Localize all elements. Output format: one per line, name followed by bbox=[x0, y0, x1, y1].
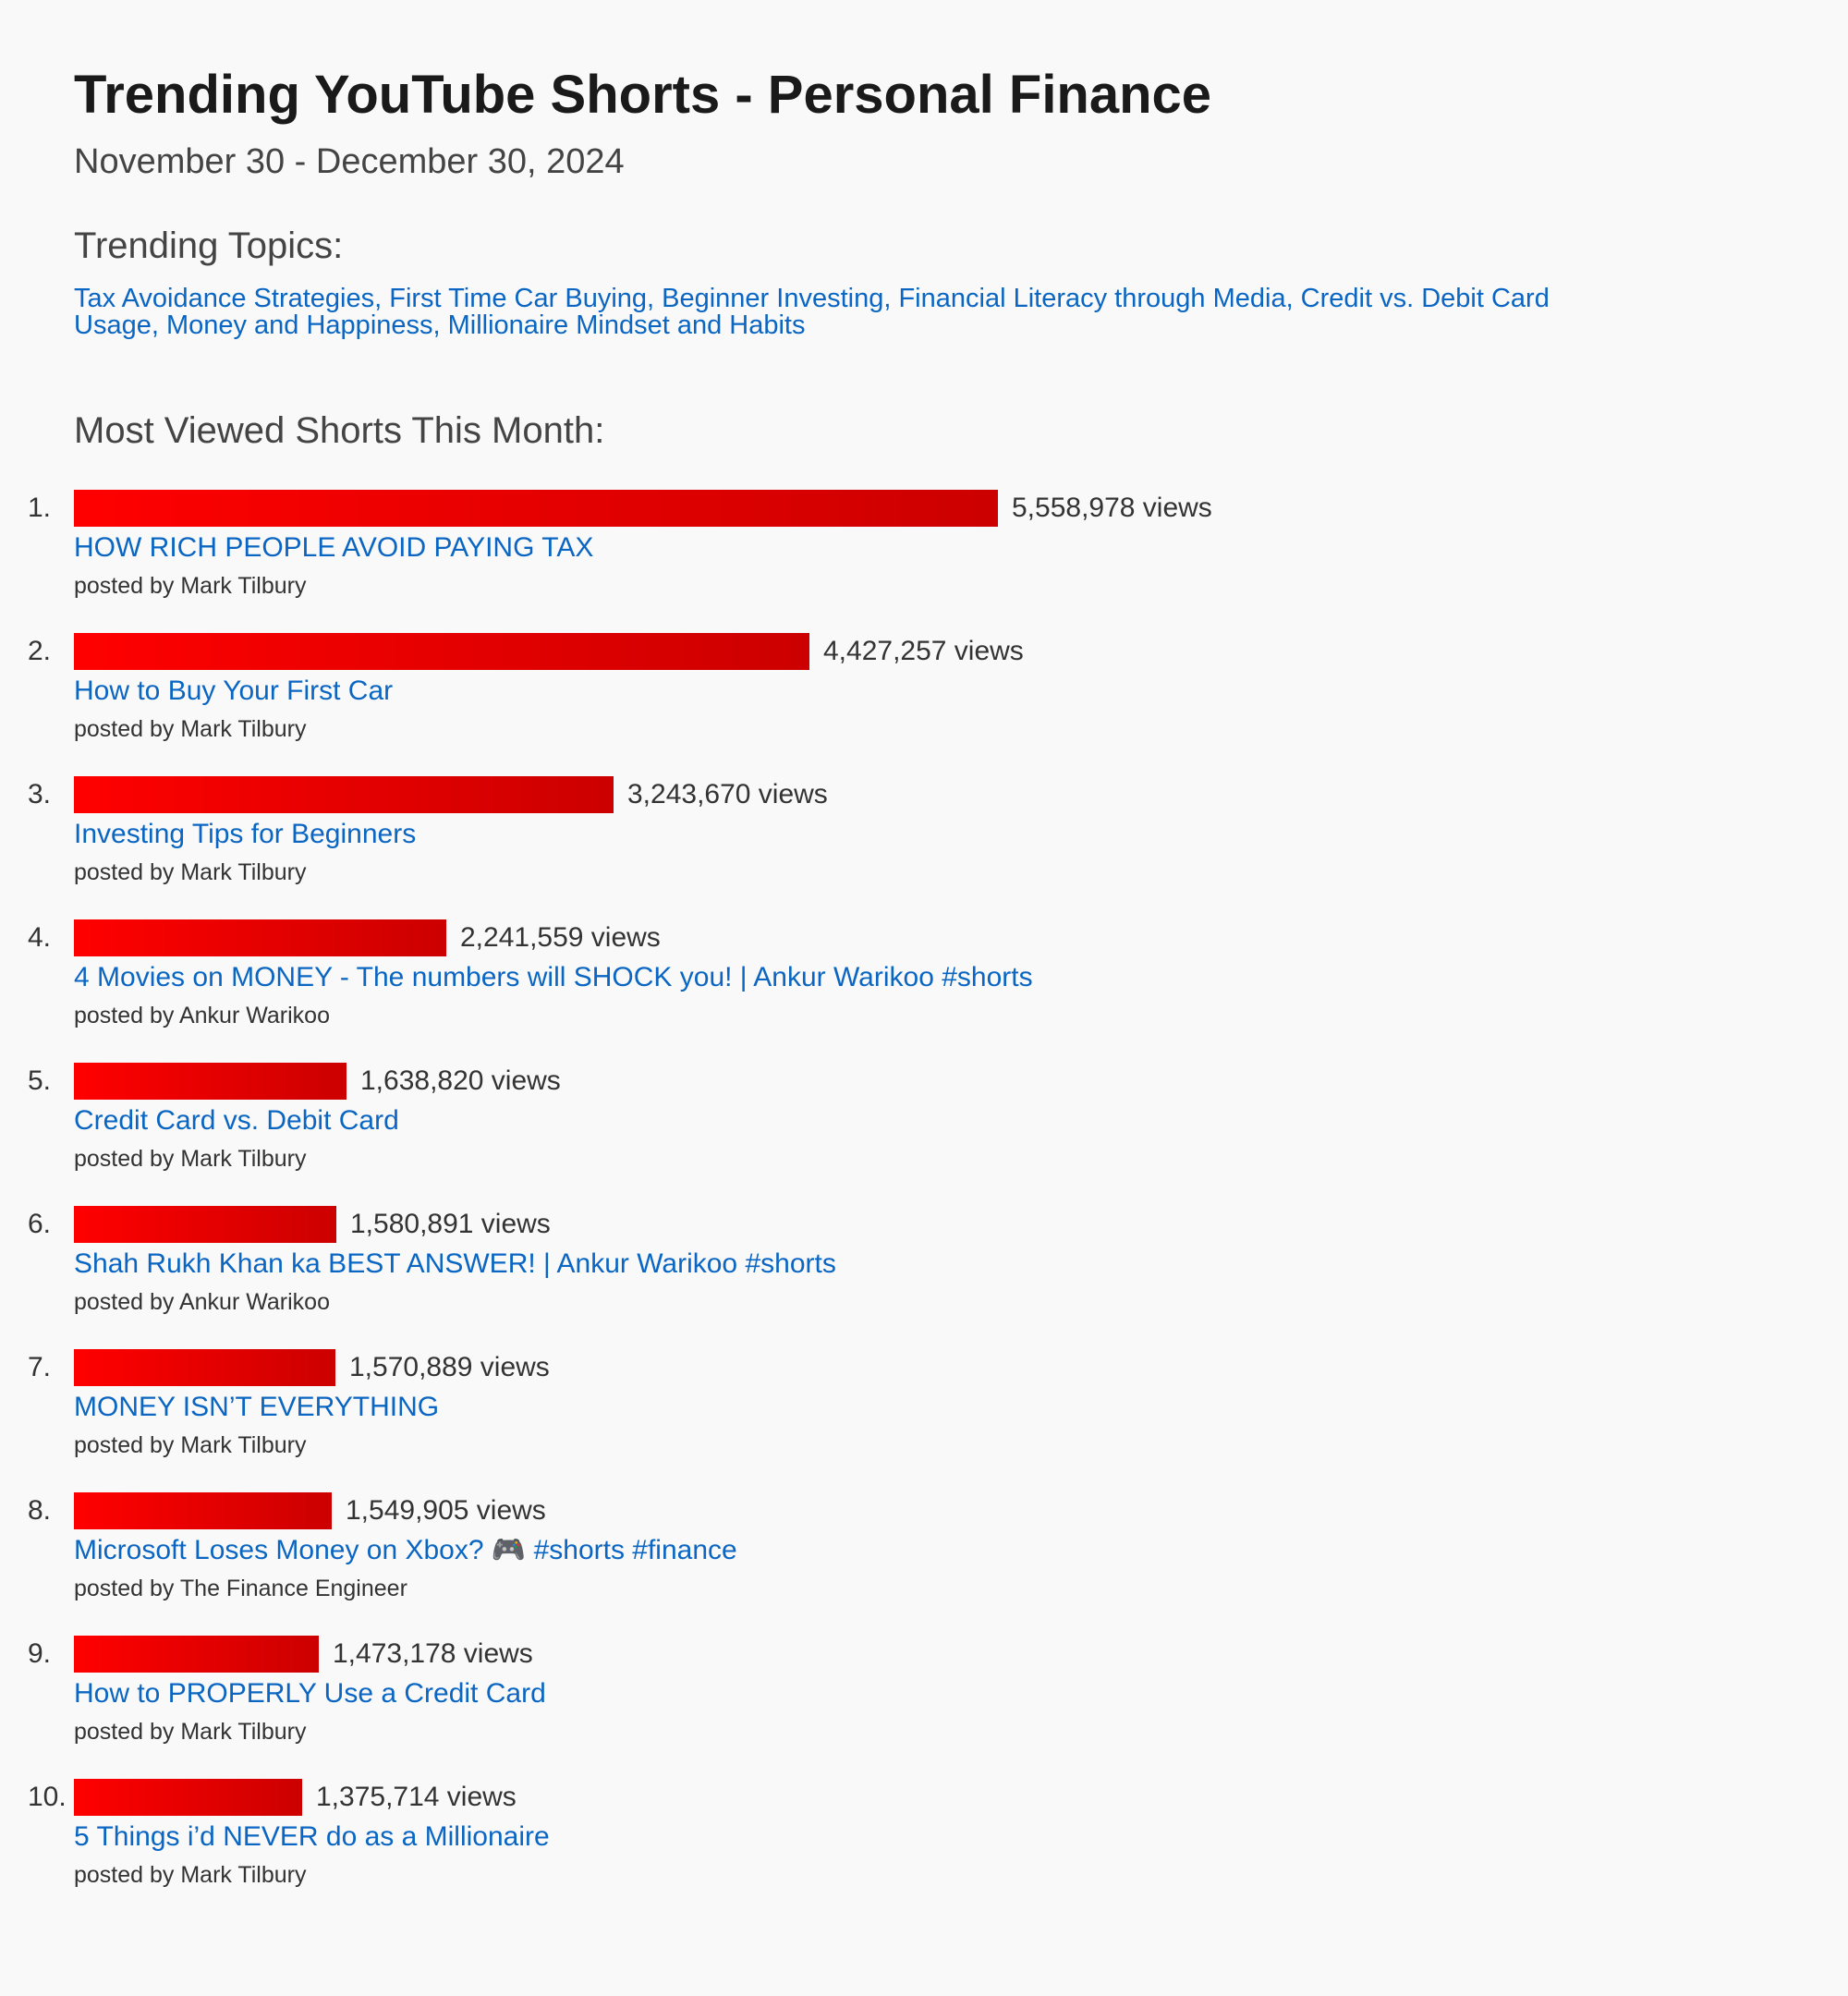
views-bar bbox=[74, 919, 446, 956]
trending-topics-heading: Trending Topics: bbox=[74, 225, 344, 266]
trending-topics-list[interactable]: Tax Avoidance Strategies, First Time Car… bbox=[74, 286, 1571, 339]
chart-entry: 10. 1,375,714 views 5 Things i’d NEVER do … bbox=[0, 1779, 1848, 1917]
views-count-label: 1,473,178 views bbox=[333, 1638, 533, 1669]
rank-number: 6. bbox=[28, 1209, 52, 1239]
views-count-label: 1,570,889 views bbox=[349, 1352, 550, 1382]
rank-number: 1. bbox=[28, 493, 52, 523]
posted-by-label: posted by Mark Tilbury bbox=[74, 573, 307, 599]
video-title-link[interactable]: HOW RICH PEOPLE AVOID PAYING TAX bbox=[74, 530, 593, 566]
rank-number: 8. bbox=[28, 1495, 52, 1526]
views-count-label: 2,241,559 views bbox=[460, 922, 661, 953]
views-bar bbox=[74, 1492, 332, 1529]
rank-number: 9. bbox=[28, 1638, 52, 1669]
chart-entry: 7. 1,570,889 views MONEY ISN’T EVERYTHING p… bbox=[0, 1349, 1848, 1488]
rank-number: 10. bbox=[28, 1782, 67, 1812]
chart-entry: 1. 5,558,978 views HOW RICH PEOPLE AVOID P… bbox=[0, 490, 1848, 628]
posted-by-label: posted by Mark Tilbury bbox=[74, 1432, 307, 1458]
views-bar bbox=[74, 1779, 302, 1816]
most-viewed-heading: Most Viewed Shorts This Month: bbox=[74, 410, 605, 451]
views-bar bbox=[74, 490, 998, 527]
views-count-label: 1,580,891 views bbox=[350, 1209, 551, 1239]
views-bar bbox=[74, 1206, 336, 1243]
video-title-link[interactable]: Microsoft Loses Money on Xbox? 🎮 #shorts… bbox=[74, 1533, 737, 1568]
posted-by-label: posted by Ankur Warikoo bbox=[74, 1289, 330, 1315]
chart-entry: 9. 1,473,178 views How to PROPERLY Use a C… bbox=[0, 1636, 1848, 1774]
page-title: Trending YouTube Shorts - Personal Finan… bbox=[74, 65, 1212, 125]
posted-by-label: posted by Mark Tilbury bbox=[74, 1862, 307, 1888]
video-title-link[interactable]: How to PROPERLY Use a Credit Card bbox=[74, 1676, 546, 1711]
views-count-label: 5,558,978 views bbox=[1012, 493, 1212, 523]
posted-by-label: posted by Mark Tilbury bbox=[74, 1146, 307, 1172]
posted-by-label: posted by Mark Tilbury bbox=[74, 859, 307, 885]
video-title-link[interactable]: 5 Things i’d NEVER do as a Millionaire bbox=[74, 1820, 550, 1855]
video-title-link[interactable]: Shah Rukh Khan ka BEST ANSWER! | Ankur W… bbox=[74, 1247, 836, 1282]
video-title-link[interactable]: How to Buy Your First Car bbox=[74, 674, 393, 709]
views-bar bbox=[74, 1349, 335, 1386]
posted-by-label: posted by The Finance Engineer bbox=[74, 1576, 407, 1601]
chart-entry: 4. 2,241,559 views 4 Movies on MONEY - The… bbox=[0, 919, 1848, 1058]
chart-entry: 6. 1,580,891 views Shah Rukh Khan ka BEST … bbox=[0, 1206, 1848, 1345]
rank-number: 5. bbox=[28, 1065, 52, 1096]
date-range-subtitle: November 30 - December 30, 2024 bbox=[74, 142, 625, 181]
views-bar bbox=[74, 1063, 346, 1100]
views-count-label: 3,243,670 views bbox=[627, 779, 828, 809]
video-title-link[interactable]: MONEY ISN’T EVERYTHING bbox=[74, 1390, 439, 1425]
video-title-link[interactable]: Investing Tips for Beginners bbox=[74, 817, 416, 852]
views-bar bbox=[74, 1636, 319, 1673]
chart-entry: 2. 4,427,257 views How to Buy Your First C… bbox=[0, 633, 1848, 772]
posted-by-label: posted by Ankur Warikoo bbox=[74, 1003, 330, 1028]
rank-number: 7. bbox=[28, 1352, 52, 1382]
chart-entry: 8. 1,549,905 views Microsoft Loses Money o… bbox=[0, 1492, 1848, 1631]
rank-number: 2. bbox=[28, 636, 52, 666]
video-title-link[interactable]: 4 Movies on MONEY - The numbers will SHO… bbox=[74, 960, 1033, 995]
views-count-label: 1,375,714 views bbox=[316, 1782, 517, 1812]
views-count-label: 1,638,820 views bbox=[360, 1065, 561, 1096]
views-bar bbox=[74, 776, 614, 813]
rank-number: 3. bbox=[28, 779, 52, 809]
video-title-link[interactable]: Credit Card vs. Debit Card bbox=[74, 1103, 399, 1138]
chart-entry: 3. 3,243,670 views Investing Tips for Begi… bbox=[0, 776, 1848, 915]
views-count-label: 1,549,905 views bbox=[346, 1495, 546, 1526]
rank-number: 4. bbox=[28, 922, 52, 953]
views-bar bbox=[74, 633, 809, 670]
posted-by-label: posted by Mark Tilbury bbox=[74, 1719, 307, 1745]
posted-by-label: posted by Mark Tilbury bbox=[74, 716, 307, 742]
views-count-label: 4,427,257 views bbox=[823, 636, 1024, 666]
chart-entry: 5. 1,638,820 views Credit Card vs. Debit C… bbox=[0, 1063, 1848, 1201]
